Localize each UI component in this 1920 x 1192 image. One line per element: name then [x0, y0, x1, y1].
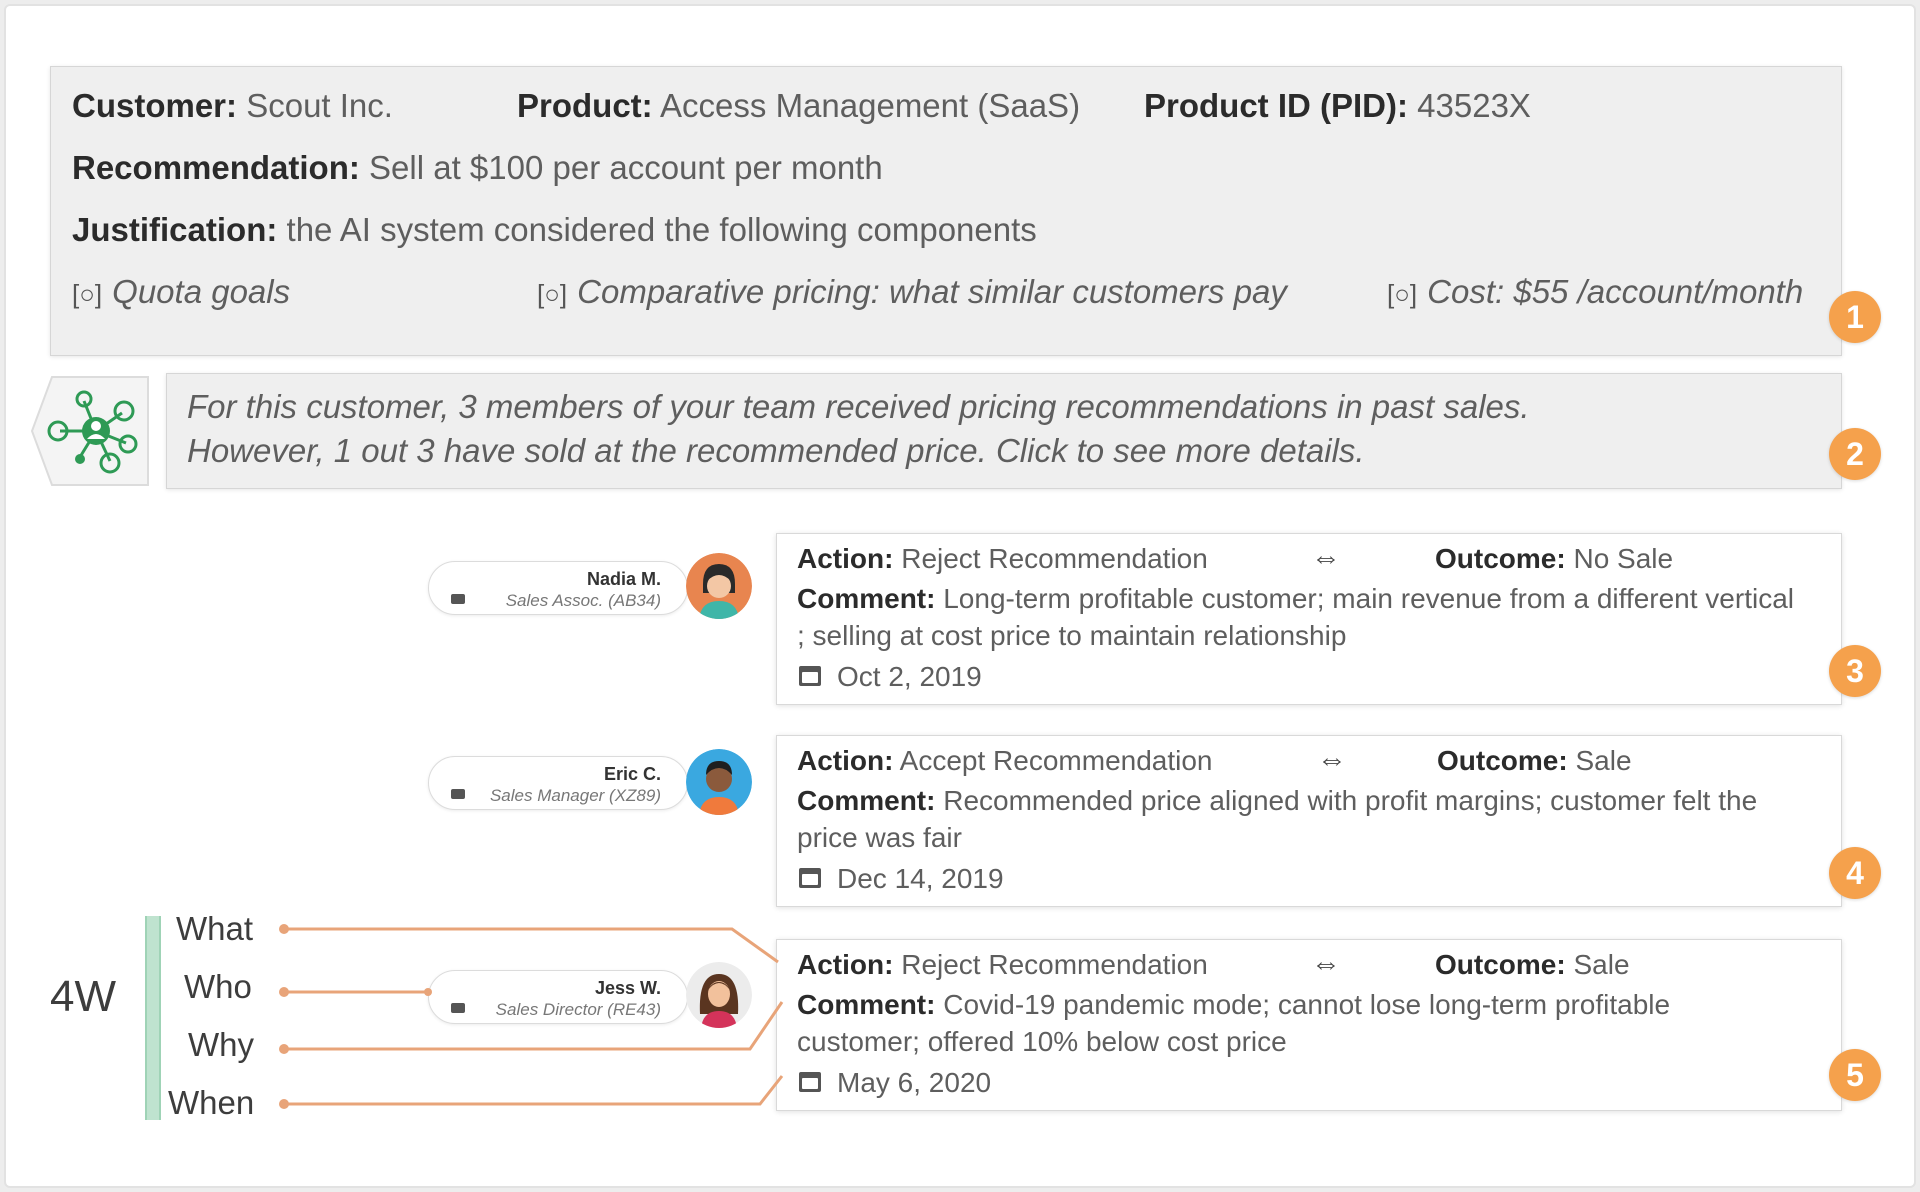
step-badge-1: 1: [1829, 291, 1881, 343]
comment-label: Comment:: [797, 785, 936, 816]
comment-label: Comment:: [797, 583, 936, 614]
team-insight-panel[interactable]: For this customer, 3 members of your tea…: [166, 373, 1842, 489]
outcome-label: Outcome:: [1435, 543, 1566, 574]
record-card[interactable]: Action: Reject Recommendation ⇔ Outcome:…: [776, 939, 1842, 1111]
avatar: [686, 553, 752, 619]
calendar-icon: [799, 868, 821, 888]
avatar: [686, 962, 752, 1028]
briefcase-icon: [451, 1003, 465, 1013]
team-insight-line-2: However, 1 out 3 have sold at the recomm…: [187, 432, 1365, 469]
swap-arrow-icon: ⇔: [1311, 947, 1341, 980]
action-label: Action:: [797, 543, 894, 574]
avatar: [686, 749, 752, 815]
record-date: May 6, 2020: [837, 1067, 992, 1098]
person-pill[interactable]: Nadia M. Sales Assoc. (AB34): [428, 561, 688, 615]
pid-value: 43523X: [1417, 87, 1531, 124]
component-quota[interactable]: [○] Quota goals: [72, 273, 290, 311]
person-name: Eric C.: [603, 764, 661, 784]
briefcase-icon: [451, 789, 465, 799]
recommendation-label: Recommendation:: [72, 149, 360, 186]
component-cost[interactable]: [○] Cost: $55 /account/month: [1387, 273, 1803, 311]
customer-value: Scout Inc.: [246, 87, 393, 124]
recommendation-value: Sell at $100 per account per month: [369, 149, 883, 186]
outcome-label: Outcome:: [1435, 949, 1566, 980]
step-badge-2: 2: [1829, 428, 1881, 480]
four-w-when: When: [168, 1084, 255, 1121]
component-toggle-icon: [○]: [537, 279, 568, 309]
outcome-value: No Sale: [1573, 543, 1674, 574]
outcome-value: Sale: [1573, 949, 1630, 980]
person-name: Jess W.: [594, 978, 661, 998]
action-value: Accept Recommendation: [899, 745, 1213, 776]
record-date: Oct 2, 2019: [837, 661, 982, 692]
person-role: Sales Manager (XZ89): [489, 786, 661, 805]
person-name: Nadia M.: [586, 569, 661, 589]
component-toggle-icon: [○]: [1387, 279, 1418, 309]
outcome-value: Sale: [1575, 745, 1632, 776]
briefcase-icon: [451, 594, 465, 604]
action-label: Action:: [797, 745, 894, 776]
product-value: Access Management (SaaS): [660, 87, 1081, 124]
step-badge-5: 5: [1829, 1049, 1881, 1101]
justification-value: the AI system considered the following c…: [286, 211, 1037, 248]
component-comparative-pricing[interactable]: [○] Comparative pricing: what similar cus…: [537, 273, 1287, 311]
step-badge-3: 3: [1829, 645, 1881, 697]
person-pill[interactable]: Eric C. Sales Manager (XZ89): [428, 756, 688, 810]
calendar-icon: [799, 666, 821, 686]
person-pill[interactable]: Jess W. Sales Director (RE43): [428, 970, 688, 1024]
recommendation-summary-panel: Customer: Scout Inc. Product: Access Man…: [50, 66, 1842, 356]
swap-arrow-icon: ⇔: [1317, 743, 1347, 776]
comment-text: Recommended price aligned with profit ma…: [797, 785, 1758, 853]
justification-label: Justification:: [72, 211, 278, 248]
four-w-title: 4W: [50, 972, 116, 1021]
outcome-label: Outcome:: [1437, 745, 1568, 776]
action-value: Reject Recommendation: [901, 949, 1208, 980]
comment-text: Long-term profitable customer; main reve…: [797, 583, 1794, 651]
swap-arrow-icon: ⇔: [1311, 541, 1341, 574]
customer-label: Customer:: [72, 87, 238, 124]
four-w-bracket: [145, 916, 161, 1120]
four-w-why: Why: [188, 1026, 254, 1063]
comment-label: Comment:: [797, 989, 936, 1020]
record-card[interactable]: Action: Accept Recommendation ⇔ Outcome:…: [776, 735, 1842, 907]
record-card[interactable]: Action: Reject Recommendation ⇔ Outcome:…: [776, 533, 1842, 705]
four-w-what: What: [176, 910, 254, 947]
action-value: Reject Recommendation: [901, 543, 1208, 574]
record-date: Dec 14, 2019: [837, 863, 1004, 894]
product-label: Product:: [517, 87, 653, 124]
person-role: Sales Assoc. (AB34): [505, 591, 661, 610]
four-w-who: Who: [184, 968, 252, 1005]
calendar-icon: [799, 1072, 821, 1092]
team-network-icon[interactable]: [30, 373, 150, 489]
person-role: Sales Director (RE43): [495, 1000, 661, 1019]
step-badge-4: 4: [1829, 847, 1881, 899]
team-insight-line-1: For this customer, 3 members of your tea…: [187, 388, 1530, 425]
action-label: Action:: [797, 949, 894, 980]
pid-label: Product ID (PID):: [1144, 87, 1408, 124]
component-toggle-icon: [○]: [72, 279, 103, 309]
